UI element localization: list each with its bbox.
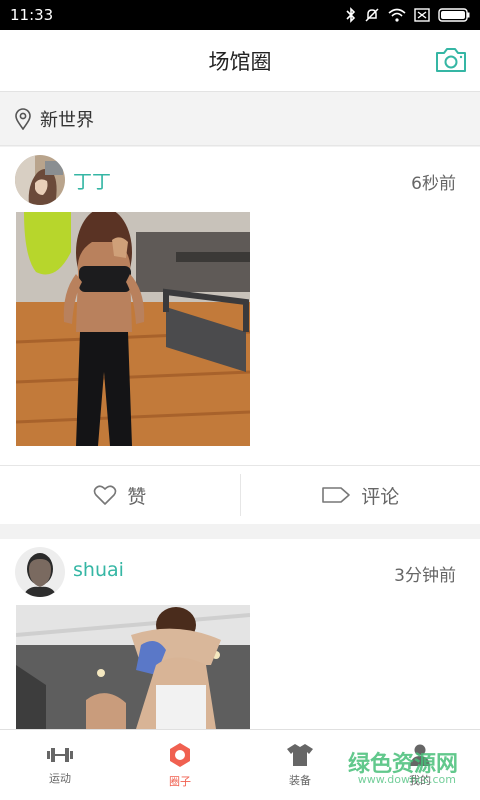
mute-icon [365,8,379,22]
comment-button[interactable]: 评论 [241,466,480,524]
status-time: 11:33 [10,6,54,24]
avatar[interactable] [15,547,65,597]
camera-icon [436,48,466,72]
wifi-icon [388,8,406,22]
location-bar[interactable]: 新世界 [0,92,480,146]
tab-label: 装备 [289,773,311,787]
title-bar: 场馆圈 [0,30,480,92]
bluetooth-icon [346,7,356,23]
no-sim-icon [414,8,430,22]
post-username[interactable]: shuai [73,559,124,581]
comment-label: 评论 [361,485,400,508]
comment-icon [322,487,351,503]
post-time: 6秒前 [411,174,456,194]
post-card: 丁丁 6秒前 赞 评论 [0,147,480,524]
tab-equipment[interactable]: 装备 [240,730,360,800]
circle-ring-icon [170,742,190,767]
post-actions: 赞 评论 [0,465,480,524]
page-title: 场馆圈 [208,49,272,74]
status-icons [346,7,470,23]
post-photo[interactable] [16,212,250,446]
tab-sports[interactable]: 运动 [0,730,120,800]
battery-icon [438,8,470,22]
post-time: 3分钟前 [394,566,456,586]
tab-label: 运动 [49,771,71,785]
avatar[interactable] [15,155,65,205]
like-label: 赞 [127,485,147,508]
camera-button[interactable] [434,46,468,74]
post-username[interactable]: 丁丁 [73,167,111,194]
shirt-icon [287,743,313,766]
tab-label: 圈子 [169,774,191,788]
like-button[interactable]: 赞 [0,466,240,524]
post-header: shuai 3分钟前 [0,539,480,604]
post-header: 丁丁 6秒前 [0,147,480,212]
tab-circle[interactable]: 圈子 [120,730,240,800]
post-photo[interactable] [16,605,250,729]
heart-icon [93,485,117,505]
dumbbell-icon [47,747,73,762]
status-bar: 11:33 [0,0,480,30]
location-text: 新世界 [40,109,94,131]
watermark-url: www.downcc.com [357,773,456,786]
post-card: shuai 3分钟前 [0,539,480,729]
location-pin-icon [15,107,31,130]
